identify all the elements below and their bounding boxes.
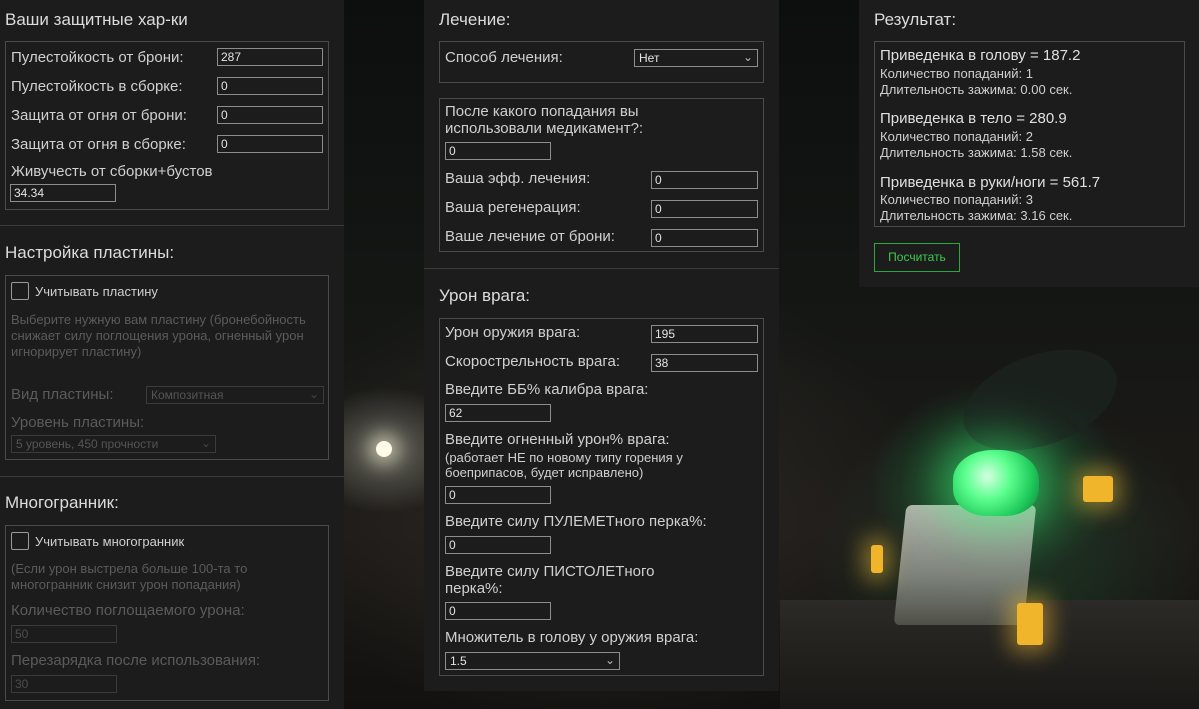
background-green-orb — [953, 450, 1039, 516]
result-box: Приведенка в голову = 187.2 Количество п… — [874, 41, 1185, 227]
polyhedron-section: Многогранник: Учитывать многогранник (Ес… — [0, 477, 344, 709]
divider — [424, 268, 779, 269]
heal-eff-input[interactable]: 0 — [651, 171, 758, 189]
result-title: Результат: — [874, 10, 957, 29]
plate-level-value: 5 уровень, 450 прочности — [16, 437, 159, 451]
enemy-pen-label: Введите ББ% калибра врага: — [445, 381, 649, 398]
limbs-ttk: Длительность зажима: 3.16 сек. — [880, 208, 1073, 223]
enemy-fire-label: Введите огненный урон% врага: — [445, 431, 670, 448]
limbs-hits: Количество попаданий: 3 — [880, 192, 1033, 207]
background-candle — [871, 545, 883, 573]
enemy-damage-input[interactable]: 195 — [651, 325, 758, 343]
head-mult-value: 1.5 — [450, 654, 467, 668]
plate-hint: Выберите нужную вам пластину (бронебойно… — [11, 312, 306, 359]
absorb-input[interactable]: 50 — [11, 625, 117, 643]
polyhedron-checkbox[interactable] — [11, 532, 29, 550]
after-hit-label: После какого попадания вы использовали м… — [445, 103, 644, 137]
plate-checkbox-label: Учитывать пластину — [35, 284, 158, 299]
plate-type-value: Композитная — [151, 388, 224, 402]
enemy-box: Урон оружия врага: 195 Скорострельность … — [439, 318, 764, 676]
head-mult-select[interactable]: 1.5 ⌄ — [445, 652, 620, 670]
plate-checkbox[interactable] — [11, 282, 29, 300]
pistol-perk-label: Введите силу ПИСТОЛЕТного перка%: — [445, 563, 655, 597]
enemy-rof-label: Скорострельность врага: — [445, 353, 620, 370]
polyhedron-title: Многогранник: — [5, 493, 119, 512]
background-candle — [1017, 603, 1043, 645]
calculate-button[interactable]: Посчитать — [874, 243, 960, 272]
healing-title: Лечение: — [439, 10, 511, 29]
armor-fire-protection-input[interactable]: 0 — [217, 106, 323, 124]
chevron-down-icon: ⌄ — [742, 50, 753, 64]
vitality-label: Живучесть от сборки+бустов — [11, 163, 213, 180]
build-fire-protection-input[interactable]: 0 — [217, 135, 323, 153]
plate-type-select[interactable]: Композитная ⌄ — [146, 386, 324, 404]
build-fire-protection-label: Защита от огня в сборке: — [11, 136, 186, 153]
plate-box: Учитывать пластину Выберите нужную вам п… — [5, 275, 329, 460]
enemy-fire-note: (работает НЕ по новому типу горения у бо… — [445, 450, 683, 480]
background-scene-device — [893, 505, 1037, 625]
plate-level-label: Уровень пластины: — [11, 414, 145, 431]
defense-box: Пулестойкость от брони: 287 Пулестойкост… — [5, 41, 329, 210]
polyhedron-box: Учитывать многогранник (Если урон выстре… — [5, 525, 329, 701]
limbs-result-title: Приведенка в руки/ноги = 561.7 — [880, 174, 1101, 191]
body-result-title: Приведенка в тело = 280.9 — [880, 110, 1067, 127]
mg-perk-label: Введите силу ПУЛЕМЕТного перка%: — [445, 513, 707, 530]
healing-method-value: Нет — [639, 51, 660, 65]
head-result-title: Приведенка в голову = 187.2 — [880, 47, 1081, 64]
after-hit-input[interactable]: 0 — [445, 142, 551, 160]
chevron-down-icon: ⌄ — [604, 653, 615, 667]
heal-eff-label: Ваша эфф. лечения: — [445, 170, 591, 187]
healing-method-select[interactable]: Нет ⌄ — [634, 49, 758, 67]
head-hits: Количество попаданий: 1 — [880, 66, 1033, 81]
armor-fire-protection-label: Защита от огня от брони: — [11, 107, 187, 124]
mg-perk-input[interactable]: 0 — [445, 536, 551, 554]
body-ttk: Длительность зажима: 1.58 сек. — [880, 145, 1073, 160]
polyhedron-hint: (Если урон выстрела больше 100-та то мно… — [11, 561, 248, 592]
enemy-damage-label: Урон оружия врага: — [445, 324, 581, 341]
pistol-perk-input[interactable]: 0 — [445, 602, 551, 620]
enemy-title: Урон врага: — [439, 286, 531, 305]
healing-details-box: После какого попадания вы использовали м… — [439, 98, 764, 252]
absorb-label: Количество поглощаемого урона: — [11, 602, 245, 619]
cooldown-label: Перезарядка после использования: — [11, 652, 261, 669]
armor-bulletproof-input[interactable]: 287 — [217, 48, 323, 66]
enemy-fire-input[interactable]: 0 — [445, 486, 551, 504]
background-lamp — [376, 441, 392, 457]
build-bulletproof-input[interactable]: 0 — [217, 77, 323, 95]
background-scene-dish — [949, 330, 1131, 470]
armor-heal-input[interactable]: 0 — [651, 229, 758, 247]
cooldown-input[interactable]: 30 — [11, 675, 117, 693]
middle-column: Лечение: Способ лечения: Нет ⌄ После како… — [424, 0, 779, 691]
body-hits: Количество попаданий: 2 — [880, 129, 1033, 144]
defense-title: Ваши защитные хар-ки — [5, 10, 188, 29]
plate-level-select[interactable]: 5 уровень, 450 прочности ⌄ — [11, 435, 216, 453]
vitality-input[interactable]: 34.34 — [10, 184, 116, 202]
regen-label: Ваша регенерация: — [445, 199, 581, 216]
polyhedron-checkbox-label: Учитывать многогранник — [35, 534, 185, 549]
background-candle — [1083, 476, 1113, 502]
defense-section: Ваши защитные хар-ки Пулестойкость от бр… — [0, 0, 344, 225]
armor-bulletproof-label: Пулестойкость от брони: — [11, 49, 184, 66]
healing-method-label: Способ лечения: — [445, 49, 563, 66]
regen-input[interactable]: 0 — [651, 200, 758, 218]
armor-heal-label: Ваше лечение от брони: — [445, 228, 615, 245]
enemy-pen-input[interactable]: 62 — [445, 404, 551, 422]
head-ttk: Длительность зажима: 0.00 сек. — [880, 82, 1073, 97]
plate-title: Настройка пластины: — [5, 243, 175, 262]
left-column: Ваши защитные хар-ки Пулестойкость от бр… — [0, 0, 344, 709]
healing-method-box: Способ лечения: Нет ⌄ — [439, 41, 764, 83]
result-panel: Результат: Приведенка в голову = 187.2 К… — [859, 0, 1199, 287]
chevron-down-icon: ⌄ — [308, 387, 319, 401]
plate-type-label: Вид пластины: — [11, 386, 114, 403]
build-bulletproof-label: Пулестойкость в сборке: — [11, 78, 183, 95]
enemy-rof-input[interactable]: 38 — [651, 354, 758, 372]
head-mult-label: Множитель в голову у оружия врага: — [445, 629, 699, 646]
plate-section: Настройка пластины: Учитывать пластину В… — [0, 226, 344, 476]
chevron-down-icon: ⌄ — [200, 436, 211, 450]
